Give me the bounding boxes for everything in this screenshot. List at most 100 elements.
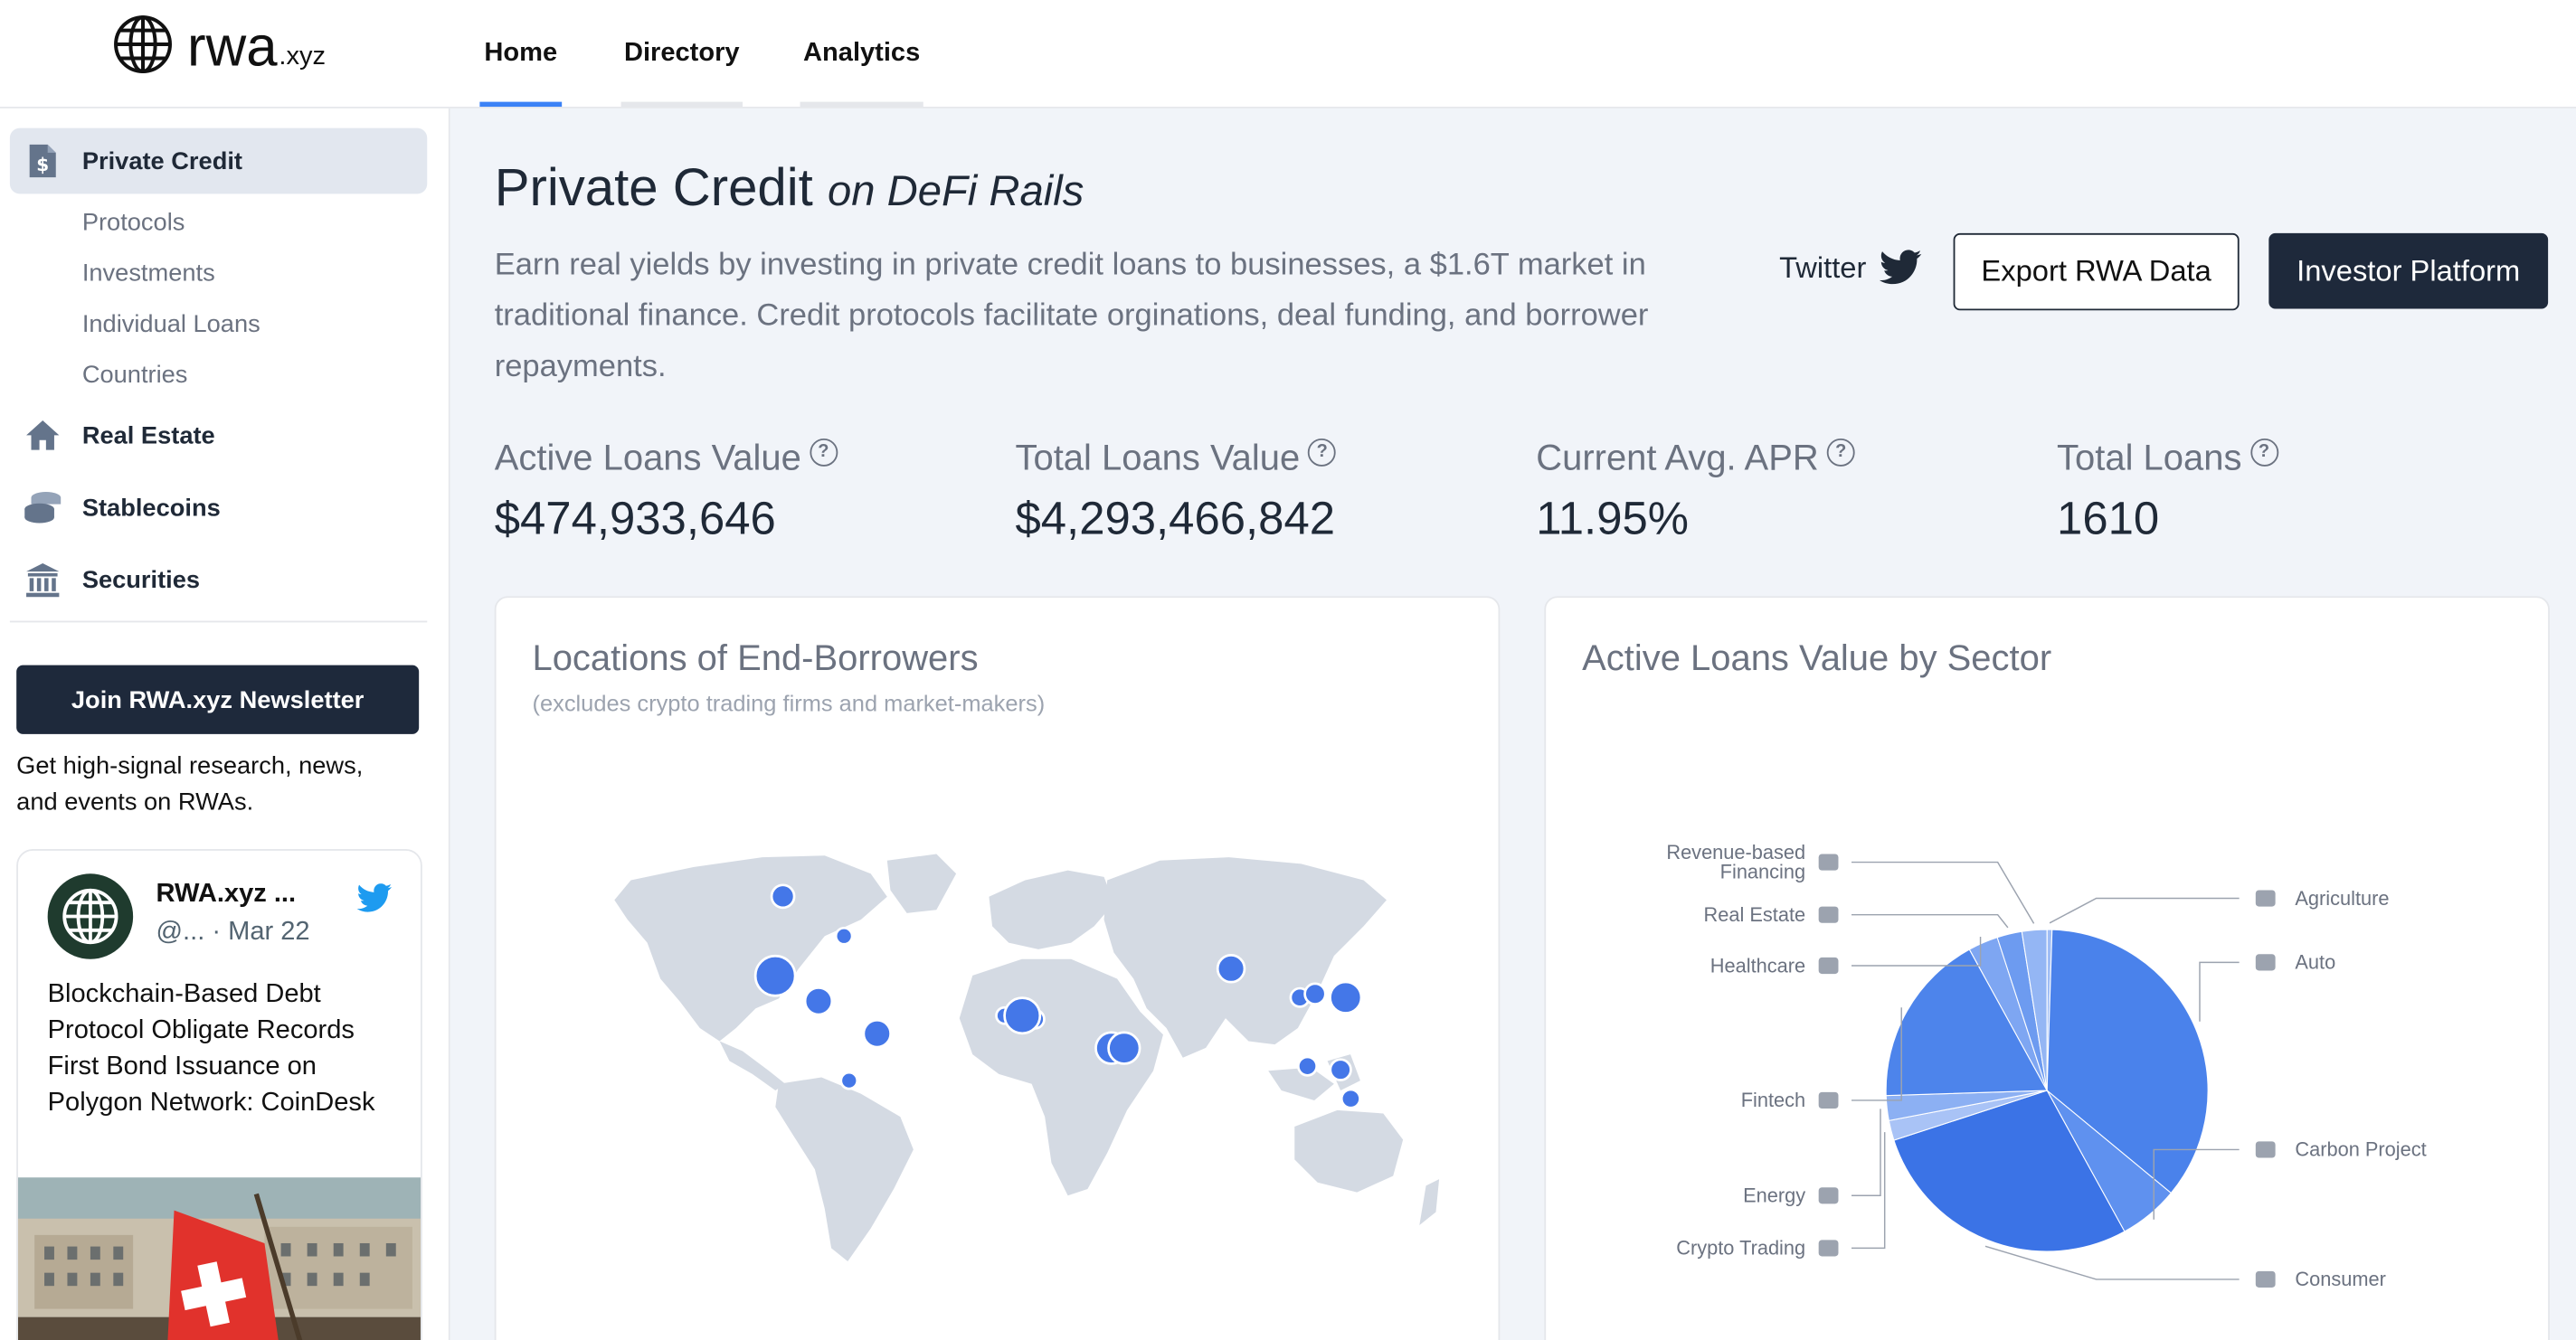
sector-icon [1818, 1091, 1839, 1109]
sidebar-item-securities[interactable]: Securities [23, 560, 200, 599]
house-icon [23, 416, 62, 456]
stat-value: 1610 [2057, 492, 2160, 544]
pie-slices [1885, 929, 2209, 1252]
sidebar-item-label: Stablecoins [81, 493, 221, 522]
map-bubble[interactable] [1329, 980, 1363, 1014]
tweet-date[interactable]: · Mar 22 [212, 918, 309, 946]
sector-icon [1818, 854, 1839, 871]
bank-icon [23, 560, 62, 599]
sector-icon [1818, 1187, 1839, 1204]
sector-icon [2255, 1141, 2276, 1158]
pie-label: Healthcare [1710, 954, 1805, 977]
map-bubble[interactable] [834, 926, 854, 946]
map-bubble[interactable] [1216, 954, 1246, 984]
map-landmass [614, 854, 1440, 1261]
pie-leader-line [1851, 1109, 1881, 1197]
stat-label: Total Loans? [2057, 437, 2278, 479]
sidebar-divider [9, 620, 428, 623]
tweet-handle[interactable]: @... [156, 918, 205, 946]
sidebar-item-private-credit[interactable]: $ Private Credit [23, 141, 242, 181]
sidebar-subitem-investments[interactable]: Investments [82, 260, 215, 288]
tab-home[interactable]: Home [479, 0, 563, 108]
stat-label: Total Loans Value? [1015, 437, 1337, 479]
sector-icon [1818, 1240, 1839, 1257]
page-title-main: Private Credit [494, 157, 813, 217]
map-bubble[interactable] [770, 883, 796, 910]
stat-active-loans-value: Active Loans Value? $474,933,646 [495, 437, 838, 545]
sidebar-item-stablecoins[interactable]: Stablecoins [23, 487, 221, 527]
map-bubble[interactable] [1329, 1058, 1352, 1081]
pie-label: Consumer [2295, 1268, 2385, 1290]
tweet-card[interactable]: RWA.xyz ... @... · Mar 22 Blockchain-Bas… [16, 849, 422, 1340]
map-bubble[interactable] [803, 986, 834, 1016]
sidebar-subitem-individual-loans[interactable]: Individual Loans [82, 310, 260, 338]
stat-value: 11.95% [1536, 492, 1689, 544]
rwa-logo[interactable]: rwa .xyz [112, 14, 327, 76]
sidebar-subitem-protocols[interactable]: Protocols [82, 209, 185, 237]
world-map[interactable] [497, 598, 1499, 1340]
tweet-body[interactable]: Blockchain-Based Debt Protocol Obligate … [48, 977, 402, 1122]
twitter-link[interactable]: Twitter [1779, 250, 1922, 286]
tab-home-underline [479, 101, 563, 108]
main-content: Private Credit on DeFi Rails Earn real y… [450, 108, 2576, 1340]
tweet-image[interactable] [17, 1177, 421, 1340]
investor-platform-button[interactable]: Investor Platform [2268, 232, 2549, 309]
tab-directory-label: Directory [623, 38, 740, 67]
stat-label-text: Total Loans Value [1015, 437, 1301, 478]
help-icon[interactable]: ? [809, 438, 838, 466]
logo-suffix: .xyz [279, 42, 327, 71]
twitter-bird-icon[interactable] [356, 883, 393, 913]
sector-pie-chart[interactable]: Agriculture Auto Carbon Project Consumer Cry… [1546, 598, 2548, 1340]
tab-analytics-label: Analytics [803, 38, 921, 67]
map-bubble[interactable] [1107, 1031, 1141, 1065]
pie-leader-line [1984, 1245, 2240, 1280]
map-bubble[interactable] [1303, 982, 1327, 1005]
help-icon[interactable]: ? [1308, 438, 1337, 466]
tab-analytics[interactable]: Analytics [800, 0, 923, 108]
map-bubble[interactable] [839, 1071, 859, 1090]
pie-label: Auto [2295, 951, 2335, 974]
page-title: Private Credit on DeFi Rails [495, 157, 1084, 218]
stat-value: $474,933,646 [494, 492, 776, 544]
join-newsletter-button[interactable]: Join RWA.xyz Newsletter [16, 665, 420, 734]
stat-label: Current Avg. APR? [1536, 437, 1855, 479]
export-rwa-data-button[interactable]: Export RWA Data [1953, 232, 2240, 311]
pie-leader-line [1851, 1132, 1886, 1250]
tweet-author-name[interactable]: RWA.xyz ... [156, 881, 297, 911]
map-bubble[interactable] [1340, 1088, 1361, 1109]
sidebar-item-label: Private Credit [81, 146, 242, 175]
stat-current-avg-apr: Current Avg. APR? 11.95% [1536, 437, 1855, 545]
map-bubble[interactable] [1296, 1055, 1319, 1077]
sidebar-item-label: Securities [81, 565, 201, 594]
swiss-flag-photo [17, 1177, 421, 1340]
dollar-document-icon: $ [23, 141, 62, 181]
sidebar-item-real-estate[interactable]: Real Estate [23, 416, 215, 456]
twitter-link-label: Twitter [1779, 250, 1867, 284]
stat-label: Active Loans Value? [495, 437, 838, 479]
map-bubble[interactable] [1003, 996, 1042, 1035]
page-intro: Earn real yields by investing in private… [494, 248, 1649, 385]
pie-leader-line [1851, 913, 2009, 929]
top-bar: rwa .xyz Home Directory Analytics [0, 0, 2576, 109]
sidebar-subitem-countries[interactable]: Countries [82, 362, 188, 390]
tweet-handle-date: @... · Mar 22 [156, 918, 310, 948]
sector-icon [2255, 954, 2276, 971]
pie-label: Revenue-based Financing [1666, 841, 1805, 883]
sector-card: Active Loans Value by Sector Agriculture… [1544, 596, 2550, 1340]
help-icon[interactable]: ? [2249, 438, 2278, 466]
sidebar: $ Private Credit Protocols Investments I… [0, 108, 450, 1340]
tab-directory[interactable]: Directory [620, 0, 743, 108]
pie-label: Carbon Project [2295, 1138, 2426, 1161]
map-bubble[interactable] [753, 954, 797, 997]
avatar[interactable] [47, 873, 134, 959]
coin-stack-icon [23, 487, 62, 527]
help-icon[interactable]: ? [1826, 438, 1855, 466]
page-title-suffix: on DeFi Rails [827, 165, 1084, 215]
map-bubble[interactable] [862, 1018, 892, 1049]
svg-text:$: $ [36, 154, 49, 175]
map-card: Locations of End-Borrowers (excludes cry… [494, 596, 1501, 1340]
logo-text: rwa [187, 16, 278, 80]
pie-label: Fintech [1741, 1089, 1805, 1111]
tab-home-label: Home [484, 38, 558, 67]
tab-analytics-underline [800, 101, 923, 108]
